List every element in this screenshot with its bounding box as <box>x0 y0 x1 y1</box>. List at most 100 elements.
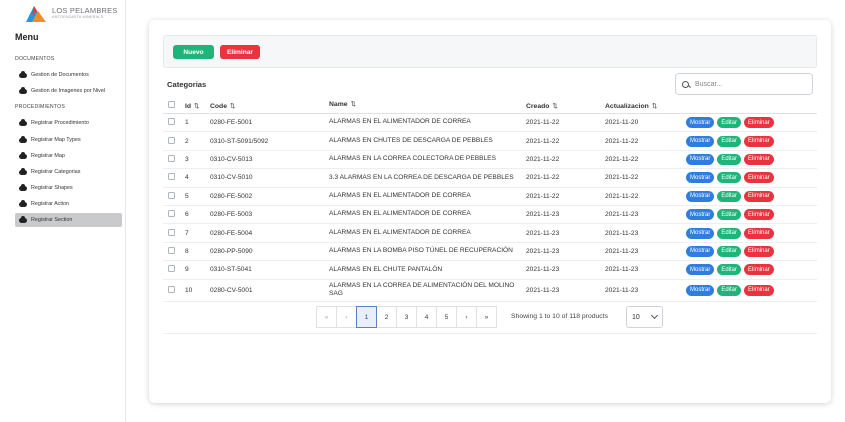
sidebar-item-registrar-map[interactable]: Registrar Map <box>15 149 122 163</box>
row-delete-button[interactable]: Eliminar <box>744 264 774 276</box>
show-button[interactable]: Mostrar <box>686 153 715 165</box>
sidebar-item-gestion-documentos[interactable]: Gestion de Documentos <box>15 68 122 82</box>
per-page-value: 10 <box>632 313 640 321</box>
cell-updated: 2021-11-20 <box>605 119 639 127</box>
row-checkbox[interactable] <box>168 265 175 273</box>
table-row: 3 0310-CV-5013 ALARMAS EN LA CORREA COLECT… <box>163 151 817 170</box>
row-delete-button[interactable]: Eliminar <box>744 284 774 296</box>
cell-updated: 2021-11-23 <box>605 286 639 294</box>
row-delete-button[interactable]: Eliminar <box>744 209 774 221</box>
column-header-creado[interactable]: Creado ⇅ <box>526 102 605 110</box>
show-button[interactable]: Mostrar <box>686 190 715 202</box>
show-button[interactable]: Mostrar <box>686 209 715 221</box>
row-delete-button[interactable]: Eliminar <box>744 135 774 147</box>
page-button-2[interactable]: 2 <box>376 306 397 328</box>
first-page-button[interactable]: « <box>316 306 337 328</box>
cell-updated: 2021-11-23 <box>605 266 639 274</box>
prev-page-button[interactable]: ‹ <box>336 306 357 328</box>
brand-logo[interactable]: LOS PELAMBRES ANTOFAGASTA MINERALS <box>24 2 124 24</box>
sort-icon[interactable]: ⇅ <box>230 102 235 110</box>
sidebar: LOS PELAMBRES ANTOFAGASTA MINERALS Menu … <box>0 0 126 422</box>
cell-code: 0280-PP-5090 <box>210 247 253 255</box>
cell-name: ALARMAS EN EL CHUTE PANTALÓN <box>329 265 443 273</box>
row-checkbox[interactable] <box>168 118 175 126</box>
edit-button[interactable]: Editar <box>717 190 742 202</box>
show-button[interactable]: Mostrar <box>686 264 715 276</box>
table-row: 6 0280-FE-5003 ALARMAS EN EL ALIMENTADOR D… <box>163 206 817 225</box>
sidebar-item-registrar-procedimiento[interactable]: Registrar Procedimiento <box>15 116 122 130</box>
page-button-4[interactable]: 4 <box>416 306 437 328</box>
sidebar-item-registrar-shapes[interactable]: Registrar Shapes <box>15 181 122 195</box>
cell-name: ALARMAS EN EL ALIMENTADOR DE CORREA <box>329 118 471 126</box>
edit-button[interactable]: Editar <box>717 135 742 147</box>
cell-created: 2021-11-23 <box>526 247 560 255</box>
show-button[interactable]: Mostrar <box>686 245 715 257</box>
cell-code: 0280-FE-5004 <box>210 229 253 237</box>
per-page-select[interactable]: 10 <box>626 306 663 328</box>
sidebar-item-gestion-imagenes[interactable]: Gestion de Imagenes por Nivel <box>15 84 122 98</box>
edit-button[interactable]: Editar <box>717 117 742 129</box>
cell-code: 0280-FE-5003 <box>210 211 253 219</box>
sort-icon[interactable]: ⇅ <box>351 101 356 110</box>
edit-button[interactable]: Editar <box>717 284 742 296</box>
sidebar-item-label: Registrar Map <box>31 153 65 159</box>
row-delete-button[interactable]: Eliminar <box>744 245 774 257</box>
sort-icon[interactable]: ⇅ <box>194 102 199 110</box>
page-button-5[interactable]: 5 <box>436 306 457 328</box>
sort-icon[interactable]: ⇅ <box>652 102 657 110</box>
row-delete-button[interactable]: Eliminar <box>744 227 774 239</box>
row-checkbox[interactable] <box>168 228 175 236</box>
row-delete-button[interactable]: Eliminar <box>744 172 774 184</box>
row-checkbox[interactable] <box>168 136 175 144</box>
row-delete-button[interactable]: Eliminar <box>744 153 774 165</box>
show-button[interactable]: Mostrar <box>686 172 715 184</box>
sort-icon[interactable]: ⇅ <box>552 102 557 110</box>
row-checkbox[interactable] <box>168 191 175 199</box>
row-checkbox[interactable] <box>168 173 175 181</box>
cell-id: 1 <box>185 119 189 127</box>
new-button[interactable]: Nuevo <box>173 45 214 59</box>
show-button[interactable]: Mostrar <box>686 117 715 129</box>
column-header-code[interactable]: Code ⇅ <box>210 102 329 110</box>
row-delete-button[interactable]: Eliminar <box>744 117 774 129</box>
search-input[interactable] <box>695 80 805 88</box>
cloud-icon <box>19 86 27 94</box>
search-box[interactable] <box>675 73 813 95</box>
edit-button[interactable]: Editar <box>717 209 742 221</box>
sidebar-item-registrar-categorias[interactable]: Registrar Categorias <box>15 165 122 179</box>
cloud-icon <box>19 167 27 175</box>
edit-button[interactable]: Editar <box>717 245 742 257</box>
edit-button[interactable]: Editar <box>717 172 742 184</box>
table-row: 8 0280-PP-5090 ALARMAS EN LA BOMBA PISO TÚ… <box>163 243 817 262</box>
sidebar-item-registrar-action[interactable]: Registrar Action <box>15 197 122 211</box>
show-button[interactable]: Mostrar <box>686 284 715 296</box>
cell-created: 2021-11-23 <box>526 286 560 294</box>
pagination: « ‹ 1 2 3 4 5 › » <box>316 306 497 328</box>
row-checkbox[interactable] <box>168 210 175 218</box>
row-checkbox[interactable] <box>168 246 175 254</box>
page-button-1[interactable]: 1 <box>356 306 377 328</box>
table-row: 9 0310-ST-5041 ALARMAS EN EL CHUTE PANTALÓ… <box>163 261 817 280</box>
delete-button[interactable]: Eliminar <box>220 45 260 59</box>
row-delete-button[interactable]: Eliminar <box>744 190 774 202</box>
column-header-actualizacion[interactable]: Actualizacion ⇅ <box>605 102 684 110</box>
row-checkbox[interactable] <box>168 285 175 293</box>
row-checkbox[interactable] <box>168 154 175 162</box>
show-button[interactable]: Mostrar <box>686 227 715 239</box>
cloud-icon <box>19 135 27 143</box>
column-header-id[interactable]: Id ⇅ <box>180 102 210 110</box>
sidebar-item-registrar-map-types[interactable]: Registrar Map Types <box>15 133 122 147</box>
page-button-3[interactable]: 3 <box>396 306 417 328</box>
last-page-button[interactable]: » <box>476 306 497 328</box>
column-header-name[interactable]: Name ⇅ <box>329 101 526 110</box>
sidebar-item-registrar-section[interactable]: Registrar Section <box>15 213 122 227</box>
next-page-button[interactable]: › <box>456 306 477 328</box>
edit-button[interactable]: Editar <box>717 227 742 239</box>
edit-button[interactable]: Editar <box>717 153 742 165</box>
table-row: 7 0280-FE-5004 ALARMAS EN EL ALIMENTADOR D… <box>163 224 817 243</box>
select-all-checkbox[interactable] <box>168 101 175 108</box>
show-button[interactable]: Mostrar <box>686 135 715 147</box>
cell-id: 7 <box>185 229 189 237</box>
cloud-icon <box>19 118 27 126</box>
edit-button[interactable]: Editar <box>717 264 742 276</box>
